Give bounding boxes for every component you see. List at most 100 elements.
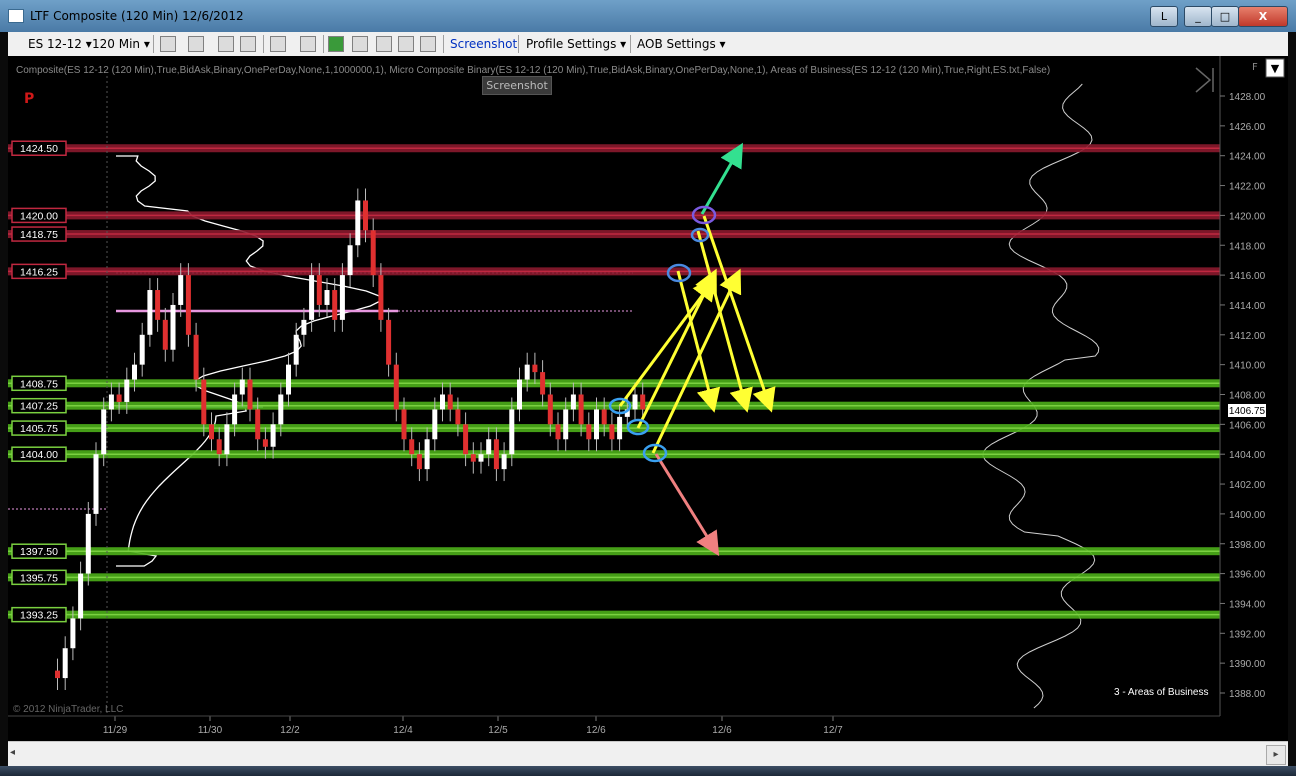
strategy-icon[interactable] [240,36,256,52]
level-label: 1408.75 [20,378,58,390]
candle-body [455,409,461,425]
toolbar: ES 12-12 ▾ 120 Min ▾ Screenshot Profile … [8,32,1288,57]
link-button[interactable]: L [1150,6,1178,27]
properties-icon[interactable] [352,36,368,52]
toolbar-separator [518,35,519,53]
price-tick-label: 1406.00 [1229,420,1266,431]
level-label: 1404.00 [20,449,58,461]
area-of-business-levels: 1424.50 1420.00 1418.75 1416.25 1408.75 1407.… [8,140,1220,623]
price-tick-label: 1390.00 [1229,659,1266,670]
candle-body [255,409,261,440]
candle-body [547,394,553,425]
scroll-left-icon[interactable]: ◂ [10,747,15,758]
candle-body [301,319,307,335]
maximize-button[interactable]: □ [1211,6,1239,27]
zoom-icon[interactable] [300,36,316,52]
level-label: 1416.25 [20,266,58,278]
profile-settings-menu[interactable]: Profile Settings ▾ [526,37,626,51]
price-tick-label: 1396.00 [1229,570,1266,581]
candle-body [370,230,376,276]
candle-body [578,394,584,425]
candle-body [447,394,453,410]
candle-body [55,670,60,679]
candle-body [309,275,315,320]
date-tick-label: 12/7 [823,725,843,736]
candle-body [185,275,191,335]
candle-body [124,379,130,402]
chart-style-icon[interactable] [376,36,392,52]
price-tick-label: 1428.00 [1229,92,1266,103]
date-tick-label: 12/2 [280,725,300,736]
price-chart[interactable]: 1424.50 1420.00 1418.75 1416.25 1408.75 1407.… [8,56,1288,741]
interval-selector[interactable]: 120 Min ▾ [92,37,150,51]
p-badge[interactable]: P [24,91,34,107]
candle-body [278,394,284,425]
date-tick-label: 12/4 [393,725,413,736]
window-title: LTF Composite (120 Min) 12/6/2012 [30,9,244,23]
price-tick-label: 1388.00 [1229,689,1266,700]
price-tick-label: 1412.00 [1229,331,1266,342]
candle-body [501,454,507,470]
candle-body [209,424,214,440]
candle-body [486,439,492,455]
candle-body [363,200,368,231]
candle-body [339,275,345,320]
candle-body [270,424,276,447]
candle-body [432,409,438,440]
cursor-icon[interactable] [270,36,286,52]
candle-body [401,409,407,440]
window-icon[interactable] [420,36,436,52]
candle-body [493,439,499,470]
candle-body [594,409,599,440]
candle-body [216,439,222,455]
dollar-icon[interactable] [398,36,414,52]
minimize-button[interactable]: _ [1184,6,1212,27]
candle-body [132,364,137,380]
candle-body [147,290,153,335]
date-tick-label: 12/6 [586,725,606,736]
f-badge[interactable]: F [1252,62,1258,73]
level-label: 1393.25 [20,610,58,622]
candle-body [170,304,176,350]
candle-body [93,454,99,514]
toolbar-separator [443,35,444,53]
horizontal-scrollbar[interactable]: ◂ ▸ [8,741,1288,767]
candle-body [609,424,615,440]
price-tick-label: 1410.00 [1229,361,1266,372]
panel-label: 3 - Areas of Business [1114,687,1209,698]
close-button[interactable]: X [1238,6,1288,27]
candle-body [108,394,114,410]
candle-body [532,364,538,373]
candle-body [155,290,161,320]
toolbar-separator [153,35,154,53]
candle-body [232,394,238,425]
candle-body [78,573,84,619]
candle-body [62,648,68,679]
price-tick-label: 1426.00 [1229,122,1266,133]
indicator-icon[interactable] [218,36,234,52]
candle-body [378,275,384,320]
toolbar-separator [630,35,631,53]
candle-body [178,275,184,305]
candle-body [517,379,522,410]
candle-body [355,200,361,246]
candle-body [193,334,199,380]
aob-settings-menu[interactable]: AOB Settings ▾ [637,37,726,51]
screenshot-button[interactable]: Screenshot [450,37,517,51]
candle-body [347,245,353,276]
candle-body [509,409,515,455]
data-box-icon[interactable] [328,36,344,52]
candle-body [262,439,268,447]
bar-type-icon[interactable] [160,36,176,52]
scroll-right-icon[interactable]: ▸ [1266,745,1286,765]
draw-pencil-icon[interactable] [188,36,204,52]
candle-body [85,513,91,574]
candle-body [570,394,576,410]
candle-body [101,409,107,455]
screenshot-tooltip: Screenshot [482,76,552,95]
price-tick-label: 1404.00 [1229,450,1266,461]
toolbar-separator [263,35,264,53]
price-tick-label: 1398.00 [1229,540,1266,551]
candle-body [470,454,476,462]
instrument-selector[interactable]: ES 12-12 ▾ [28,37,92,51]
